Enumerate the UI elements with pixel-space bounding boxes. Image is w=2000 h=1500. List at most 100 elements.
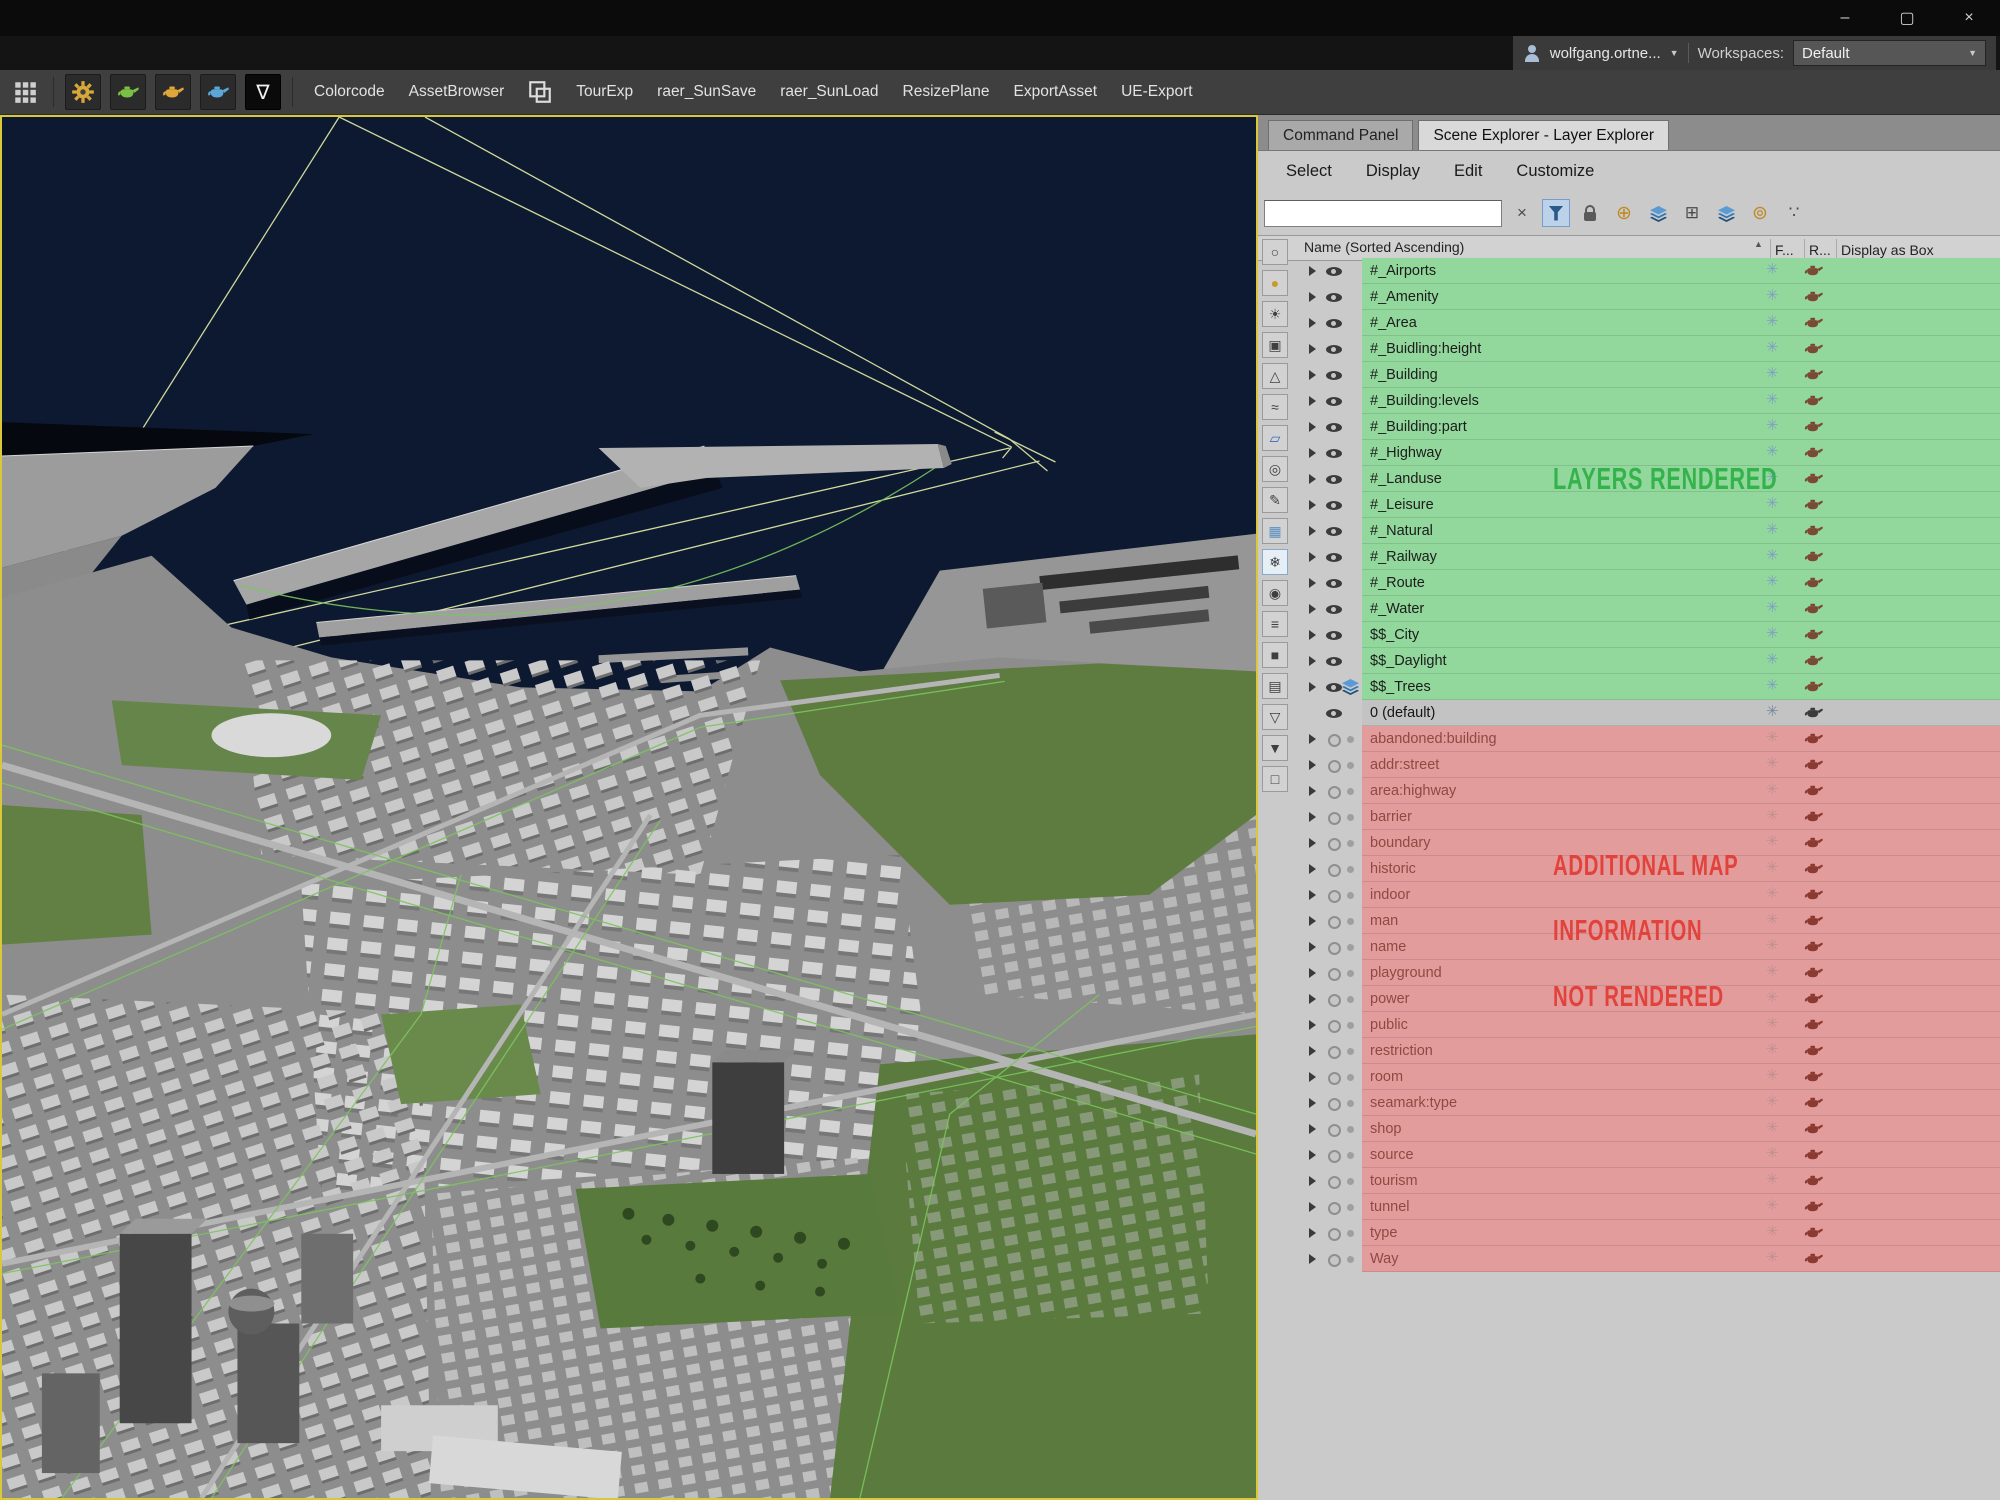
toolbar-button-tourexp[interactable]: TourExp <box>566 75 643 109</box>
layer-row[interactable]: shop ✳ <box>1295 1116 2000 1142</box>
layer-row-bar[interactable]: addr:street ✳ <box>1362 752 2000 778</box>
frozen-icon[interactable]: ✳ <box>1766 520 1779 538</box>
visibility-off-icon[interactable] <box>1328 838 1341 851</box>
toolbar-button-resizeplane[interactable]: ResizePlane <box>893 75 1000 109</box>
layer-row-bar[interactable]: #_Buidling:height ✳ <box>1362 336 2000 362</box>
display-xrefs-icon[interactable]: ◎ <box>1262 456 1288 482</box>
frozen-icon[interactable]: ✳ <box>1766 1118 1779 1136</box>
renderable-teapot-icon[interactable] <box>1804 575 1823 590</box>
visibility-off-icon[interactable] <box>1328 1254 1341 1267</box>
renderable-teapot-icon[interactable] <box>1804 1251 1823 1266</box>
expand-arrow-icon[interactable] <box>1309 786 1316 796</box>
renderable-teapot-icon[interactable] <box>1804 445 1823 460</box>
visibility-eye-icon[interactable] <box>1326 605 1342 614</box>
toolbar-button-colorcode[interactable]: Colorcode <box>304 75 395 109</box>
renderable-teapot-icon[interactable] <box>1804 1121 1823 1136</box>
layer-row-bar[interactable]: #_Building ✳ <box>1362 362 2000 388</box>
layer-name[interactable]: playground <box>1362 965 1442 981</box>
renderable-teapot-icon[interactable] <box>1804 679 1823 694</box>
layer-row[interactable]: indoor ✳ <box>1295 882 2000 908</box>
layer-name[interactable]: 0 (default) <box>1362 705 1435 721</box>
frozen-icon[interactable]: ✳ <box>1766 546 1779 564</box>
expand-arrow-icon[interactable] <box>1309 1098 1316 1108</box>
archive-icon[interactable]: □ <box>1262 766 1288 792</box>
renderable-teapot-icon[interactable] <box>1804 731 1823 746</box>
visibility-off-icon[interactable] <box>1328 968 1341 981</box>
layer-name[interactable]: abandoned:building <box>1362 731 1497 747</box>
renderable-teapot-icon[interactable] <box>1804 549 1823 564</box>
layer-row[interactable]: tourism ✳ <box>1295 1168 2000 1194</box>
layer-name[interactable]: source <box>1362 1147 1414 1163</box>
renderable-teapot-icon[interactable] <box>1804 861 1823 876</box>
layer-name[interactable]: #_Railway <box>1362 549 1437 565</box>
layer-name[interactable]: historic <box>1362 861 1416 877</box>
visibility-off-icon[interactable] <box>1328 734 1341 747</box>
layer-name[interactable]: power <box>1362 991 1410 1007</box>
layer-row-bar[interactable]: area:highway ✳ <box>1362 778 2000 804</box>
script-teapot-green-icon[interactable] <box>110 74 146 110</box>
frozen-icon[interactable]: ✳ <box>1766 884 1779 902</box>
layer-row[interactable]: area:highway ✳ <box>1295 778 2000 804</box>
tab-command-panel[interactable]: Command Panel <box>1268 120 1414 150</box>
renderable-teapot-icon[interactable] <box>1804 1069 1823 1084</box>
frozen-icon[interactable]: ✳ <box>1766 1014 1779 1032</box>
layer-row[interactable]: addr:street ✳ <box>1295 752 2000 778</box>
expand-arrow-icon[interactable] <box>1309 552 1316 562</box>
layer-row[interactable]: #_Building:levels ✳ <box>1295 388 2000 414</box>
visibility-off-icon[interactable] <box>1328 864 1341 877</box>
scene-explorer-grid-icon[interactable] <box>8 75 42 109</box>
display-materials-icon[interactable]: ■ <box>1262 642 1288 668</box>
display-spacewarps-icon[interactable]: ≈ <box>1262 394 1288 420</box>
viewport[interactable] <box>0 115 1258 1500</box>
visibility-off-icon[interactable] <box>1328 1098 1341 1111</box>
create-new-layer-icon[interactable]: ⊕ <box>1610 199 1638 227</box>
filter-hidden-icon[interactable]: ◉ <box>1262 580 1288 606</box>
layer-row[interactable]: public ✳ <box>1295 1012 2000 1038</box>
layer-row-bar[interactable]: room ✳ <box>1362 1064 2000 1090</box>
visibility-off-icon[interactable] <box>1328 1176 1341 1189</box>
frozen-icon[interactable]: ✳ <box>1766 1222 1779 1240</box>
frozen-icon[interactable]: ✳ <box>1766 390 1779 408</box>
frozen-icon[interactable]: ✳ <box>1766 598 1779 616</box>
renderable-teapot-icon[interactable] <box>1804 835 1823 850</box>
lock-layers-icon[interactable] <box>1576 199 1604 227</box>
expand-arrow-icon[interactable] <box>1309 968 1316 978</box>
nested-layers-icon[interactable] <box>1712 199 1740 227</box>
expand-arrow-icon[interactable] <box>1309 1176 1316 1186</box>
layer-row-bar[interactable]: #_Area ✳ <box>1362 310 2000 336</box>
expand-arrow-icon[interactable] <box>1309 760 1316 770</box>
layer-name[interactable]: #_Building:part <box>1362 419 1467 435</box>
renderable-teapot-icon[interactable] <box>1804 471 1823 486</box>
expand-arrow-icon[interactable] <box>1309 1046 1316 1056</box>
renderable-teapot-icon[interactable] <box>1804 1095 1823 1110</box>
visibility-off-icon[interactable] <box>1328 1150 1341 1163</box>
visibility-eye-icon[interactable] <box>1326 553 1342 562</box>
visibility-off-icon[interactable] <box>1328 1124 1341 1137</box>
toolbar-button-ue-export[interactable]: UE-Export <box>1111 75 1203 109</box>
display-list-icon[interactable]: ≡ <box>1262 611 1288 637</box>
layer-row-bar[interactable]: #_Amenity ✳ <box>1362 284 2000 310</box>
visibility-eye-icon[interactable] <box>1326 631 1342 640</box>
display-bones-icon[interactable]: ✎ <box>1262 487 1288 513</box>
layer-row[interactable]: #_Amenity ✳ <box>1295 284 2000 310</box>
renderable-teapot-icon[interactable] <box>1804 627 1823 642</box>
expand-arrow-icon[interactable] <box>1309 630 1316 640</box>
world-icon[interactable]: ⊚ <box>1746 199 1774 227</box>
filter-custom-icon[interactable]: ▼ <box>1262 735 1288 761</box>
layer-name[interactable]: #_Building:levels <box>1362 393 1479 409</box>
visibility-eye-icon[interactable] <box>1326 527 1342 536</box>
layers-stack-icon[interactable] <box>1644 199 1672 227</box>
renderable-teapot-icon[interactable] <box>1804 1017 1823 1032</box>
filter-icon[interactable] <box>1542 199 1570 227</box>
renderable-teapot-icon[interactable] <box>1804 1199 1823 1214</box>
expand-arrow-icon[interactable] <box>1309 526 1316 536</box>
layer-row[interactable]: #_Natural ✳ <box>1295 518 2000 544</box>
visibility-off-icon[interactable] <box>1328 786 1341 799</box>
expand-arrow-icon[interactable] <box>1309 864 1316 874</box>
layer-row[interactable]: #_Area ✳ <box>1295 310 2000 336</box>
visibility-eye-icon[interactable] <box>1326 423 1342 432</box>
layer-name[interactable]: tourism <box>1362 1173 1418 1189</box>
frozen-icon[interactable]: ✳ <box>1766 260 1779 278</box>
renderable-teapot-icon[interactable] <box>1804 783 1823 798</box>
layer-name[interactable]: #_Building <box>1362 367 1438 383</box>
